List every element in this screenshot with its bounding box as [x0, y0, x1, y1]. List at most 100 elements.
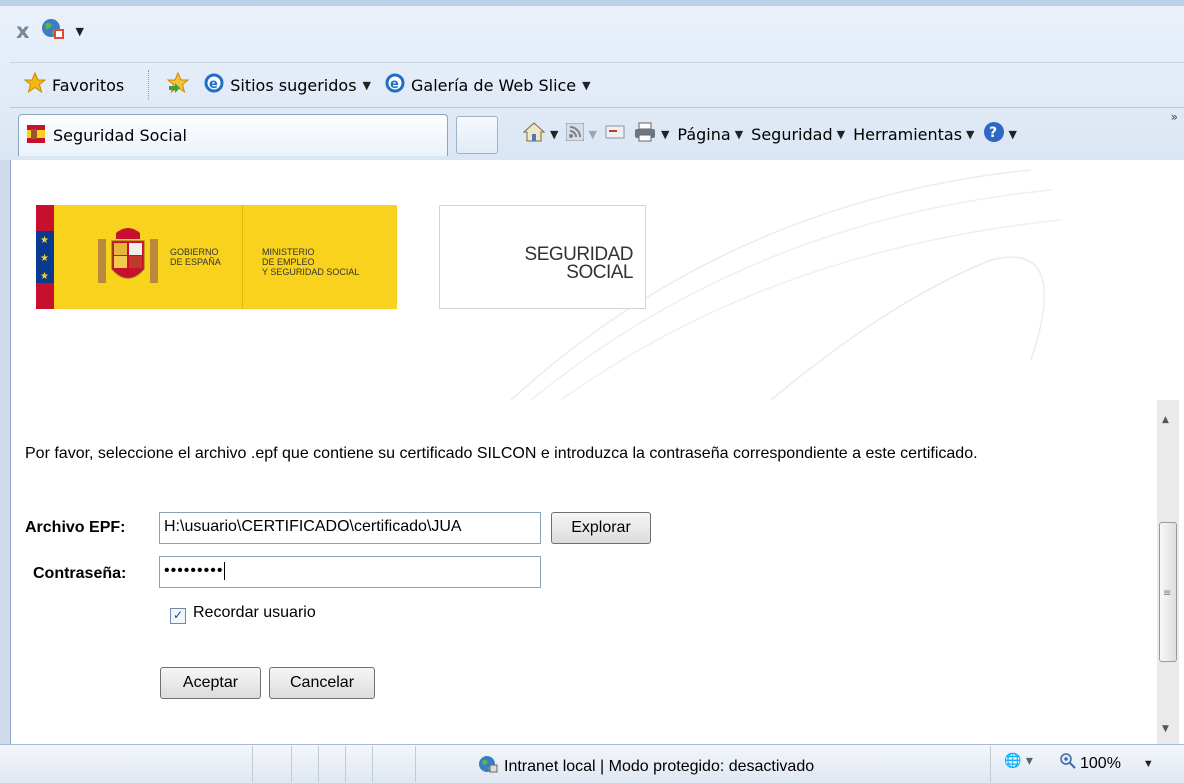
- site-favicon-icon: [27, 124, 45, 147]
- feeds-button[interactable]: ▼: [565, 122, 597, 145]
- page-menu-label: Página: [677, 124, 731, 144]
- ie-logo-icon: e: [385, 73, 405, 97]
- dropdown-arrow-icon[interactable]: ▼: [76, 25, 84, 38]
- suggested-sites-button[interactable]: e Sitios sugeridos ▼: [204, 73, 371, 97]
- ss-line: SOCIAL: [566, 262, 633, 283]
- cancel-button[interactable]: Cancelar: [269, 667, 375, 699]
- help-icon: ?: [983, 121, 1005, 147]
- gobierno-ministerio-logo: ★ ★ ★ GOBIERNO DE ESPAÑA MINISTERIO DE EMP…: [36, 205, 397, 309]
- suggested-sites-label: Sitios sugeridos: [230, 75, 357, 95]
- password-input[interactable]: •••••••••: [159, 556, 541, 588]
- dropdown-arrow-icon: ▼: [588, 127, 597, 141]
- print-button[interactable]: ▼: [633, 121, 669, 147]
- password-label: Contraseña:: [33, 565, 127, 582]
- svg-text:★: ★: [40, 253, 49, 264]
- mail-button[interactable]: [605, 124, 625, 144]
- ministerio-line: MINISTERIO: [262, 247, 315, 257]
- scroll-grip-icon: ≡: [1163, 588, 1172, 599]
- instructions-text: Por favor, seleccione el archivo .epf qu…: [25, 445, 978, 462]
- status-separator: [990, 746, 991, 782]
- remember-user-label[interactable]: Recordar usuario: [193, 604, 316, 622]
- tools-menu-button[interactable]: Herramientas ▼: [853, 125, 974, 144]
- status-separator: [415, 746, 416, 782]
- text-caret: [224, 562, 226, 580]
- eu-stars-icon: ★ ★ ★: [40, 235, 49, 281]
- tab-seguridad-social[interactable]: Seguridad Social: [18, 114, 448, 156]
- status-separator: [252, 746, 253, 782]
- security-menu-label: Seguridad: [751, 124, 833, 144]
- svg-text:?: ?: [989, 125, 997, 141]
- dropdown-arrow-icon: ▼: [1142, 757, 1154, 770]
- favorites-bar: Favoritos e Sitios sugeridos ▼ e Galería…: [10, 62, 1184, 108]
- page-menu-button[interactable]: Página ▼: [677, 125, 743, 144]
- dropdown-arrow-icon: ▼: [582, 78, 591, 92]
- flag-stripe: [36, 205, 54, 231]
- new-tab-button[interactable]: [456, 116, 498, 154]
- intranet-globe-icon: [478, 755, 498, 778]
- page-globe-icon[interactable]: [40, 17, 66, 45]
- favorites-label: Favoritos: [52, 75, 125, 95]
- home-button[interactable]: ▼: [522, 121, 558, 147]
- password-mask: •••••••••: [164, 562, 224, 580]
- tab-row: Seguridad Social ▼ ▼ ▼ Página ▼ Segurida…: [10, 110, 1184, 160]
- zoom-control[interactable]: 100% ▼: [1060, 753, 1154, 774]
- seguridad-social-logo: SEGURIDAD SOCIAL: [439, 205, 646, 309]
- help-button[interactable]: ? ▼: [983, 121, 1017, 147]
- add-favorite-icon: [166, 71, 190, 98]
- gobierno-line: DE ESPAÑA: [170, 257, 221, 267]
- web-slice-gallery-button[interactable]: e Galería de Web Slice ▼: [385, 73, 591, 97]
- ministerio-line: Y SEGURIDAD SOCIAL: [262, 267, 360, 277]
- status-bar: Intranet local | Modo protegido: desacti…: [0, 744, 1184, 783]
- coat-of-arms-icon: [98, 228, 158, 283]
- dropdown-arrow-icon: ▼: [966, 127, 975, 141]
- flag-stripe: [36, 283, 54, 309]
- status-separator: [291, 746, 292, 782]
- browse-button[interactable]: Explorar: [551, 512, 651, 544]
- command-bar: ▼ ▼ ▼ Página ▼ Seguridad ▼ Herramientas …: [522, 116, 1017, 152]
- add-favorite-button[interactable]: [166, 71, 190, 98]
- status-separator: [372, 746, 373, 782]
- seguridad-social-logo-text: SEGURIDAD SOCIAL: [525, 245, 634, 283]
- stop-button[interactable]: x: [16, 19, 30, 43]
- browser-chrome: x ▼ Favoritos e Sitios sugeridos ▼ e Gal…: [0, 0, 1184, 160]
- address-row: x ▼: [16, 16, 84, 46]
- security-zone-text: Intranet local | Modo protegido: desacti…: [504, 757, 815, 775]
- accept-button[interactable]: Aceptar: [160, 667, 261, 699]
- dropdown-arrow-icon: ▼: [660, 127, 670, 141]
- zoom-level-text: 100%: [1080, 754, 1121, 772]
- gobierno-text: GOBIERNO DE ESPAÑA: [170, 247, 221, 267]
- dropdown-arrow-icon: ▼: [550, 127, 559, 141]
- favorites-button[interactable]: Favoritos: [23, 71, 125, 98]
- web-slice-gallery-label: Galería de Web Slice: [411, 75, 577, 95]
- toolbar-grip: [148, 70, 152, 100]
- logo-divider: [242, 205, 243, 309]
- remember-user-checkbox[interactable]: ✓: [170, 608, 186, 624]
- scroll-up-arrow-icon[interactable]: ▲: [1162, 415, 1169, 425]
- printer-icon: [633, 121, 657, 147]
- security-zone-indicator[interactable]: Intranet local | Modo protegido: desacti…: [478, 755, 814, 778]
- mail-icon: [605, 124, 625, 144]
- protected-mode-icon[interactable]: 🌐 ▾: [1004, 753, 1033, 769]
- tab-title: Seguridad Social: [53, 126, 187, 145]
- home-icon: [522, 121, 546, 147]
- dropdown-arrow-icon: ▼: [734, 127, 744, 141]
- chevron-overflow-icon[interactable]: »: [1171, 110, 1178, 124]
- dropdown-arrow-icon: ▼: [362, 78, 371, 92]
- epf-file-input[interactable]: H:\usuario\CERTIFICADO\certificado\JUA: [159, 512, 541, 544]
- star-icon: [23, 71, 47, 98]
- zoom-magnifier-icon: [1060, 753, 1076, 774]
- status-separator: [345, 746, 346, 782]
- svg-text:e: e: [209, 77, 218, 92]
- rss-feed-icon: [565, 122, 585, 145]
- dropdown-arrow-icon: ▼: [836, 127, 846, 141]
- ie-logo-icon: e: [204, 73, 224, 97]
- ministerio-text: MINISTERIO DE EMPLEO Y SEGURIDAD SOCIAL: [262, 247, 359, 277]
- status-separator: [318, 746, 319, 782]
- gobierno-line: GOBIERNO: [170, 247, 219, 257]
- epf-file-label: Archivo EPF:: [25, 519, 126, 536]
- ministerio-line: DE EMPLEO: [262, 257, 315, 267]
- tools-menu-label: Herramientas: [853, 124, 963, 144]
- security-menu-button[interactable]: Seguridad ▼: [751, 125, 845, 144]
- scroll-down-arrow-icon[interactable]: ▼: [1162, 724, 1169, 734]
- page-content: ★ ★ ★ GOBIERNO DE ESPAÑA MINISTERIO DE EMP…: [11, 160, 1153, 744]
